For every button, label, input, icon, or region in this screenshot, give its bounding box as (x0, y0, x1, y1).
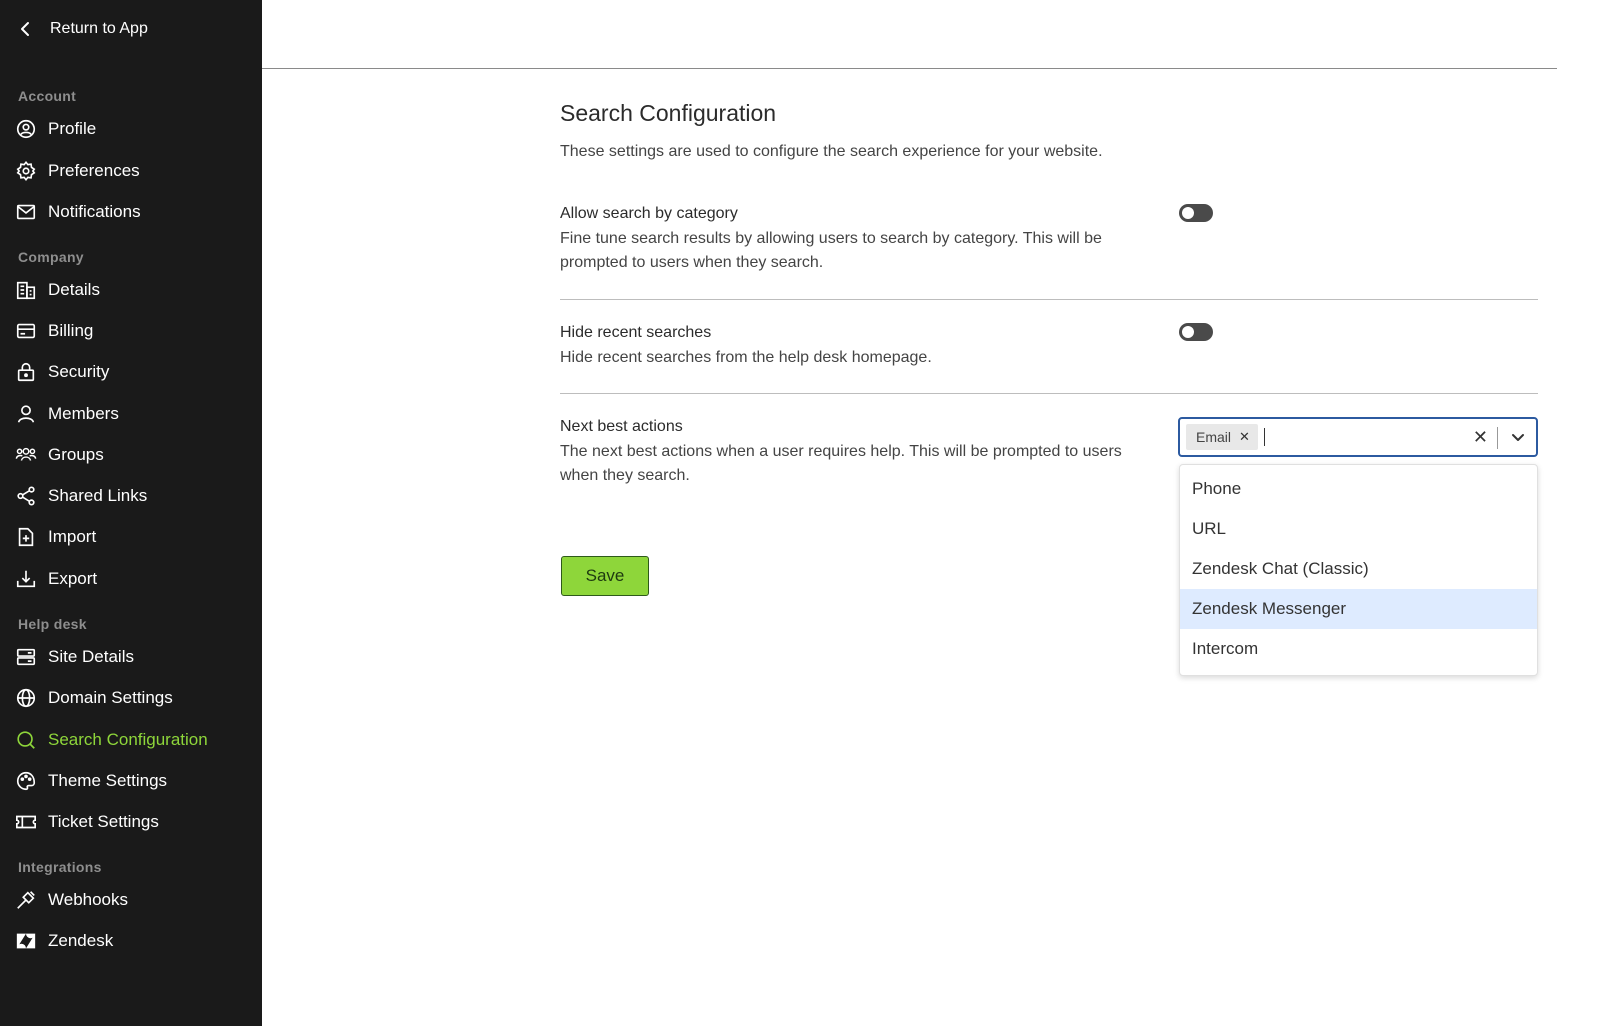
sidebar-item-search-configuration[interactable]: Search Configuration (14, 725, 250, 755)
dropdown-option-intercom[interactable]: Intercom (1180, 629, 1537, 669)
mail-icon (14, 200, 38, 224)
sidebar-item-label: Profile (48, 119, 97, 138)
sidebar-item-site-details[interactable]: Site Details (14, 642, 250, 672)
plug-icon (14, 888, 38, 912)
divider (560, 393, 1538, 394)
sidebar-item-label: Shared Links (48, 486, 148, 505)
section-label-account: Account (18, 88, 77, 104)
selected-chip-email: Email ✕ (1186, 424, 1258, 450)
sidebar-item-preferences[interactable]: Preferences (14, 156, 250, 186)
setting-title-hide-recent-searches: Hide recent searches (560, 324, 712, 341)
toggle-knob (1182, 207, 1194, 219)
indicator-separator (1497, 427, 1498, 449)
sidebar-item-label: Domain Settings (48, 688, 173, 707)
sidebar-item-shared-links[interactable]: Shared Links (14, 481, 250, 511)
next-best-actions-dropdown-menu: Phone URL Zendesk Chat (Classic) Zendesk… (1179, 464, 1538, 676)
user-icon (14, 402, 38, 426)
sidebar-item-label: Notifications (48, 202, 141, 221)
file-import-icon (14, 525, 38, 549)
sidebar-item-webhooks[interactable]: Webhooks (14, 885, 250, 915)
sidebar-item-label: Billing (48, 321, 94, 340)
chevron-left-icon (21, 22, 29, 36)
setting-description-hide-recent-searches: Hide recent searches from the help desk … (560, 349, 932, 366)
lock-icon (14, 360, 38, 384)
sidebar-item-billing[interactable]: Billing (14, 316, 250, 346)
sidebar-item-import[interactable]: Import (14, 522, 250, 552)
gear-icon (14, 159, 38, 183)
dropdown-option-phone[interactable]: Phone (1180, 469, 1537, 509)
sidebar-item-label: Security (48, 362, 110, 381)
ticket-icon (14, 810, 38, 834)
credit-card-icon (14, 319, 38, 343)
header-divider (262, 68, 1557, 69)
save-button[interactable]: Save (561, 556, 649, 596)
sidebar-item-label: Details (48, 280, 100, 299)
return-to-app-label: Return to App (50, 20, 148, 37)
sidebar-item-label: Zendesk (48, 931, 114, 950)
setting-description-next-best-actions: The next best actions when a user requir… (560, 443, 1122, 484)
sidebar-item-domain-settings[interactable]: Domain Settings (14, 683, 250, 713)
setting-title-next-best-actions: Next best actions (560, 418, 683, 435)
sidebar-item-export[interactable]: Export (14, 564, 250, 594)
server-icon (14, 645, 38, 669)
chip-label: Email (1196, 429, 1232, 445)
building-icon (14, 278, 38, 302)
next-best-actions-multiselect[interactable]: Email ✕ ✕ (1178, 417, 1538, 457)
sidebar-item-label: Import (48, 527, 97, 546)
sidebar-item-notifications[interactable]: Notifications (14, 197, 250, 227)
page-description: These settings are used to configure the… (560, 143, 1103, 160)
zendesk-logo-icon (14, 929, 38, 953)
sidebar-item-label: Theme Settings (48, 771, 168, 790)
setting-description-search-by-category: Fine tune search results by allowing use… (560, 230, 1102, 271)
search-icon (14, 728, 38, 752)
sidebar-item-label: Webhooks (48, 890, 129, 909)
sidebar-item-details[interactable]: Details (14, 275, 250, 305)
export-icon (14, 567, 38, 591)
text-cursor (1263, 428, 1265, 446)
clear-selection-icon[interactable]: ✕ (1473, 427, 1488, 448)
sidebar-item-members[interactable]: Members (14, 399, 250, 429)
palette-icon (14, 769, 38, 793)
section-label-company: Company (18, 249, 84, 265)
chevron-down-icon[interactable] (1510, 429, 1526, 445)
user-circle-icon (14, 117, 38, 141)
sidebar-item-security[interactable]: Security (14, 357, 250, 387)
users-group-icon (14, 443, 38, 467)
divider (560, 299, 1538, 300)
sidebar-item-label: Export (48, 569, 98, 588)
toggle-knob (1182, 326, 1194, 338)
sidebar-item-ticket-settings[interactable]: Ticket Settings (14, 807, 250, 837)
sidebar-item-theme-settings[interactable]: Theme Settings (14, 766, 250, 796)
sidebar-item-label: Search Configuration (48, 730, 208, 749)
dropdown-option-url[interactable]: URL (1180, 509, 1537, 549)
search-by-category-toggle[interactable] (1179, 204, 1213, 222)
sidebar-item-profile[interactable]: Profile (14, 114, 250, 144)
hide-recent-searches-toggle[interactable] (1179, 323, 1213, 341)
sidebar-item-label: Site Details (48, 647, 134, 666)
return-to-app-link[interactable]: Return to App (16, 16, 148, 42)
sidebar-item-label: Members (48, 404, 119, 423)
globe-icon (14, 686, 38, 710)
dropdown-option-zendesk-messenger[interactable]: Zendesk Messenger (1180, 589, 1537, 629)
remove-chip-icon[interactable]: ✕ (1239, 429, 1250, 445)
sidebar-item-label: Preferences (48, 161, 140, 180)
section-label-help-desk: Help desk (18, 616, 87, 632)
setting-title-search-by-category: Allow search by category (560, 205, 738, 222)
sidebar-item-label: Ticket Settings (48, 812, 159, 831)
section-label-integrations: Integrations (18, 859, 102, 875)
dropdown-option-zendesk-chat-classic[interactable]: Zendesk Chat (Classic) (1180, 549, 1537, 589)
share-icon (14, 484, 38, 508)
page-title: Search Configuration (560, 100, 777, 126)
sidebar-item-groups[interactable]: Groups (14, 440, 250, 470)
sidebar: Return to App Account Profile Preference… (0, 0, 262, 1026)
sidebar-item-zendesk[interactable]: Zendesk (14, 926, 250, 956)
sidebar-item-label: Groups (48, 445, 104, 464)
